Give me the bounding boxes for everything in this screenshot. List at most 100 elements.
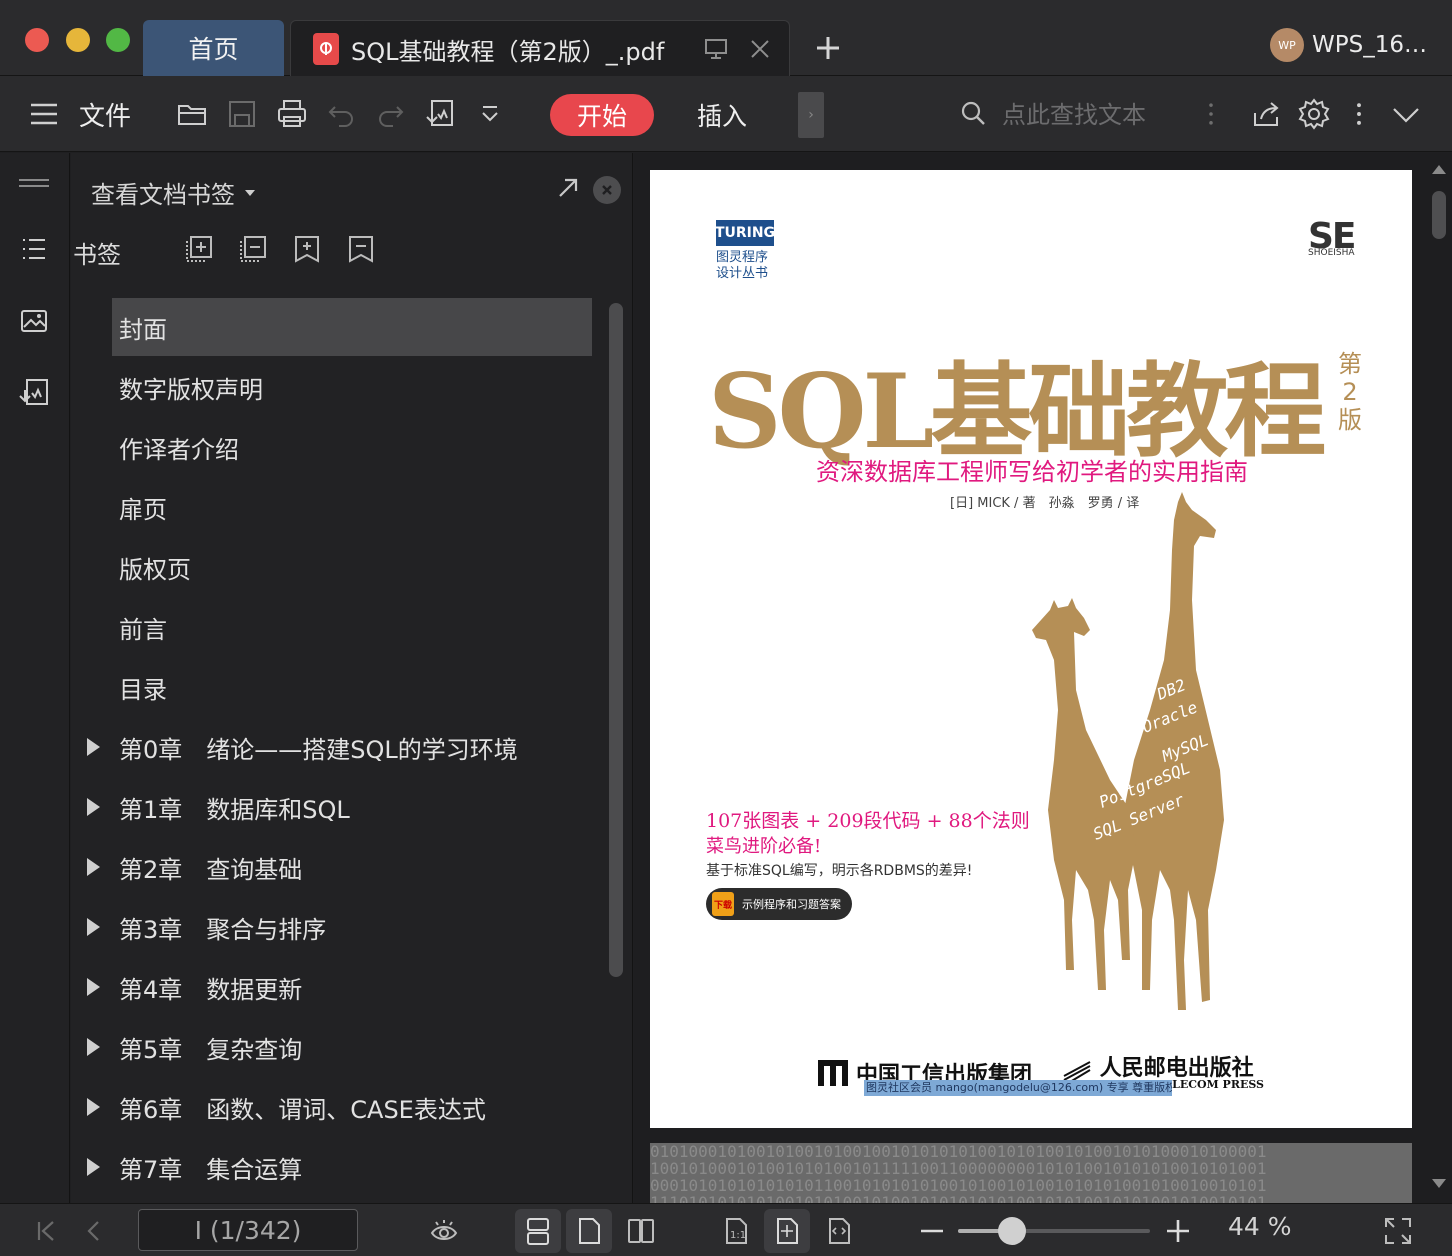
first-page-icon[interactable]	[28, 1209, 64, 1253]
more-vertical-icon[interactable]	[1196, 90, 1226, 138]
fit-page-icon[interactable]	[764, 1209, 810, 1253]
account-name: WPS_16…	[1312, 32, 1427, 58]
bookmark-item[interactable]: 第2章 查询基础	[71, 837, 611, 897]
panel-collapse-icon[interactable]	[16, 167, 52, 203]
single-page-icon[interactable]	[566, 1209, 612, 1253]
fit-width-icon[interactable]	[818, 1209, 860, 1253]
close-icon	[602, 185, 612, 195]
maximize-window-button[interactable]	[106, 28, 130, 52]
page-number-field[interactable]: I (1/342)	[138, 1209, 358, 1251]
annotations-icon[interactable]	[16, 375, 52, 411]
continuous-scroll-icon[interactable]	[515, 1209, 561, 1253]
account-area[interactable]: WP WPS_16…	[1270, 28, 1427, 62]
zoom-level[interactable]: 44 %	[1228, 1212, 1292, 1241]
download-badge: 下载 示例程序和习题答案	[706, 888, 852, 920]
bookmark-item[interactable]: 目录	[71, 657, 611, 717]
bookmark-item[interactable]: 封面	[71, 297, 611, 357]
bookmark-item[interactable]: 第1章 数据库和SQL	[71, 777, 611, 837]
bookmark-item[interactable]: 第0章 绪论——搭建SQL的学习环境	[71, 717, 611, 777]
menu-icon[interactable]	[26, 90, 62, 138]
ribbon-more-button[interactable]: ›	[798, 92, 824, 138]
bookmark-item[interactable]: 扉页	[71, 477, 611, 537]
previous-page-icon[interactable]	[76, 1209, 112, 1253]
bookmark-item[interactable]: 第7章 集合运算	[71, 1137, 611, 1197]
close-tab-icon[interactable]	[745, 34, 775, 64]
expand-triangle-icon[interactable]	[87, 798, 100, 816]
bookmark-scrollbar[interactable]	[609, 303, 623, 977]
expand-triangle-icon[interactable]	[87, 858, 100, 876]
bookmark-label: 第1章 数据库和SQL	[119, 795, 350, 824]
tab-insert[interactable]: 插入	[680, 94, 764, 136]
title-bar: 首页 SQL基础教程（第2版）_.pdf WP WPS_16…	[0, 0, 1452, 77]
new-tab-button[interactable]	[808, 28, 848, 68]
bookmark-label: 前言	[119, 615, 167, 644]
bookmark-item[interactable]: 数字版权声明	[71, 357, 611, 417]
print-icon[interactable]	[272, 90, 312, 138]
settings-gear-icon[interactable]	[1294, 90, 1334, 138]
minimize-window-button[interactable]	[66, 28, 90, 52]
save-icon[interactable]	[222, 90, 262, 138]
collapse-ribbon-icon[interactable]	[1386, 90, 1426, 138]
thumbnails-icon[interactable]	[16, 303, 52, 339]
bookmark-label: 第4章 数据更新	[119, 975, 303, 1004]
bookmark-item[interactable]: 版权页	[71, 537, 611, 597]
file-menu-button[interactable]: 文件	[76, 90, 134, 138]
expand-triangle-icon[interactable]	[87, 978, 100, 996]
remove-bookmark-icon[interactable]	[345, 233, 377, 265]
bookmark-item[interactable]: 第4章 数据更新	[71, 957, 611, 1017]
caret-down-icon	[245, 189, 255, 196]
bookmark-item[interactable]: 作译者介绍	[71, 417, 611, 477]
expand-all-icon[interactable]	[183, 233, 215, 265]
fullscreen-icon[interactable]	[1378, 1209, 1418, 1253]
bookmark-list: 封面数字版权声明作译者介绍 扉页 版权页前言目录 第0章 绪论——搭建SQL的学习环境…	[71, 297, 611, 1197]
bookmarks-list-icon[interactable]	[16, 231, 52, 267]
reading-mode-eye-icon[interactable]	[424, 1209, 464, 1253]
navigation-rail	[0, 153, 70, 1203]
expand-triangle-icon[interactable]	[87, 1098, 100, 1116]
edition-label: 第 2 版	[1336, 350, 1364, 434]
actual-size-icon[interactable]: 1:1	[716, 1209, 756, 1253]
document-scrollbar-thumb[interactable]	[1432, 191, 1446, 239]
pdf-page: TURING 图灵程序 设计丛书 SE SHOEISHA SQL基础教程 第 2…	[650, 170, 1412, 1128]
tab-document[interactable]: SQL基础教程（第2版）_.pdf	[290, 20, 790, 77]
popout-arrow-icon[interactable]	[555, 175, 581, 208]
monitor-icon[interactable]	[701, 34, 731, 64]
bookmark-item[interactable]: 前言	[71, 597, 611, 657]
collapse-all-icon[interactable]	[237, 233, 269, 265]
close-panel-button[interactable]	[593, 176, 621, 204]
undo-icon[interactable]	[322, 90, 362, 138]
zoom-in-icon[interactable]	[1160, 1209, 1196, 1253]
bookmark-item[interactable]: 第3章 聚合与排序	[71, 897, 611, 957]
bookmark-view-dropdown[interactable]: 查看文档书签	[91, 175, 257, 210]
search-input[interactable]	[1002, 101, 1182, 129]
more-options-icon[interactable]	[1344, 90, 1374, 138]
expand-triangle-icon[interactable]	[87, 1158, 100, 1176]
bookmark-item[interactable]: 第6章 函数、谓词、CASE表达式	[71, 1077, 611, 1137]
bookmark-label: 第6章 函数、谓词、CASE表达式	[119, 1095, 486, 1124]
open-folder-icon[interactable]	[172, 90, 212, 138]
customize-dropdown-icon[interactable]	[472, 90, 508, 138]
bookmark-item[interactable]: 第5章 复杂查询	[71, 1017, 611, 1077]
giraffe-illustration: DB2 Oracle MySQL PostgreSQL SQL Server	[1032, 492, 1224, 1010]
expand-triangle-icon[interactable]	[87, 738, 100, 756]
cover-subtitle: 资深数据库工程师写给初学者的实用指南	[816, 458, 1248, 486]
expand-triangle-icon[interactable]	[87, 918, 100, 936]
scroll-up-arrow-icon[interactable]	[1432, 165, 1446, 174]
scroll-down-arrow-icon[interactable]	[1432, 1179, 1446, 1188]
document-viewer[interactable]: TURING 图灵程序 设计丛书 SE SHOEISHA SQL基础教程 第 2…	[634, 153, 1452, 1203]
bookmark-label: 数字版权声明	[119, 375, 263, 404]
redo-icon[interactable]	[370, 90, 410, 138]
edition-line2: 2	[1342, 378, 1358, 406]
two-page-icon[interactable]	[620, 1209, 662, 1253]
tab-home[interactable]: 首页	[143, 20, 284, 76]
zoom-slider-knob[interactable]	[998, 1217, 1026, 1245]
series-name-line1: 图灵程序	[716, 250, 769, 265]
tab-start[interactable]: 开始	[550, 94, 654, 136]
search-box[interactable]	[958, 94, 1188, 136]
close-window-button[interactable]	[25, 28, 49, 52]
export-pdf-icon[interactable]	[420, 90, 462, 138]
share-icon[interactable]	[1246, 90, 1286, 138]
zoom-out-icon[interactable]	[914, 1209, 950, 1253]
expand-triangle-icon[interactable]	[87, 1038, 100, 1056]
add-bookmark-icon[interactable]	[291, 233, 323, 265]
